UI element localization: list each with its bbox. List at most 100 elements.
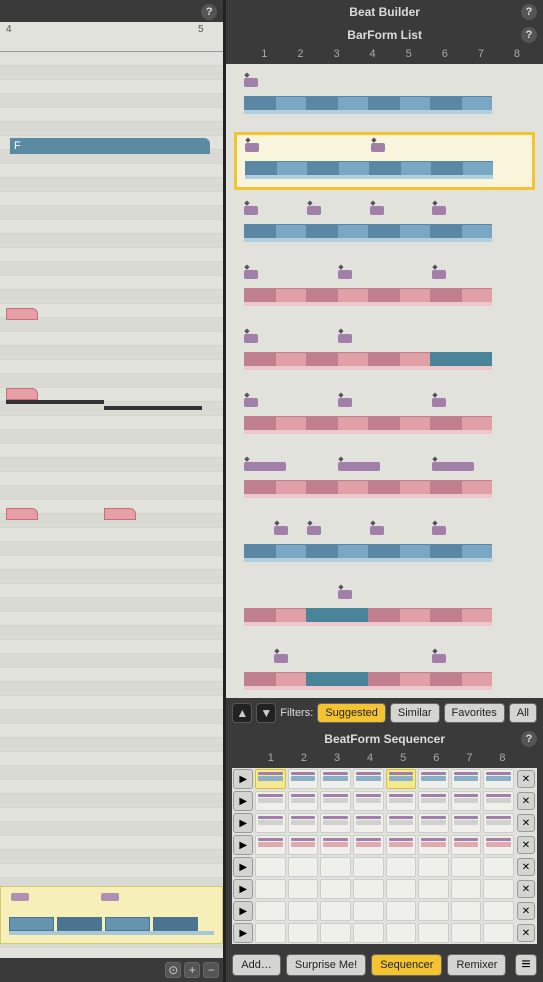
seq-play-row-button[interactable]: ▶ xyxy=(233,857,253,877)
filter-favorites-button[interactable]: Favorites xyxy=(444,703,505,723)
help-icon[interactable]: ? xyxy=(521,4,537,20)
seq-play-row-button[interactable]: ▶ xyxy=(233,791,253,811)
seq-clear-row-button[interactable]: ✕ xyxy=(517,836,535,854)
barform-item[interactable] xyxy=(234,196,535,254)
seq-play-row-button[interactable]: ▶ xyxy=(233,769,253,789)
seq-cell[interactable] xyxy=(320,769,351,789)
seq-cell[interactable] xyxy=(255,791,286,811)
seq-cell[interactable] xyxy=(353,901,384,921)
seq-cell[interactable] xyxy=(451,923,482,943)
seq-cell[interactable] xyxy=(418,769,449,789)
seq-cell[interactable] xyxy=(418,923,449,943)
seq-cell[interactable] xyxy=(451,879,482,899)
seq-cell[interactable] xyxy=(483,857,514,877)
seq-clear-row-button[interactable]: ✕ xyxy=(517,792,535,810)
seq-cell[interactable] xyxy=(255,923,286,943)
seq-cell[interactable] xyxy=(418,813,449,833)
barform-item[interactable] xyxy=(234,580,535,638)
seq-cell[interactable] xyxy=(386,857,417,877)
note[interactable] xyxy=(6,308,38,320)
seq-cell[interactable] xyxy=(255,857,286,877)
seq-cell[interactable] xyxy=(320,857,351,877)
seq-cell[interactable] xyxy=(386,769,417,789)
seq-cell[interactable] xyxy=(483,835,514,855)
seq-cell[interactable] xyxy=(386,791,417,811)
seq-cell[interactable] xyxy=(288,857,319,877)
seq-cell[interactable] xyxy=(418,879,449,899)
zoom-in-button[interactable]: + xyxy=(184,962,200,978)
help-icon[interactable]: ? xyxy=(201,4,217,20)
barform-item[interactable] xyxy=(234,452,535,510)
seq-cell[interactable] xyxy=(386,879,417,899)
zoom-fit-button[interactable]: ⊙ xyxy=(165,962,181,978)
filter-similar-button[interactable]: Similar xyxy=(390,703,440,723)
seq-play-row-button[interactable]: ▶ xyxy=(233,835,253,855)
seq-cell[interactable] xyxy=(353,769,384,789)
seq-cell[interactable] xyxy=(320,923,351,943)
barform-item[interactable] xyxy=(234,388,535,446)
seq-clear-row-button[interactable]: ✕ xyxy=(517,902,535,920)
seq-cell[interactable] xyxy=(418,901,449,921)
seq-cell[interactable] xyxy=(288,923,319,943)
bottom-remixerbutton[interactable]: Remixer xyxy=(447,954,506,976)
seq-cell[interactable] xyxy=(320,835,351,855)
filter-all-button[interactable]: All xyxy=(509,703,537,723)
seq-cell[interactable] xyxy=(288,879,319,899)
menu-icon[interactable]: ≡ xyxy=(515,954,537,976)
seq-cell[interactable] xyxy=(288,769,319,789)
bottom-sequencerbutton[interactable]: Sequencer xyxy=(371,954,442,976)
seq-cell[interactable] xyxy=(255,835,286,855)
seq-play-row-button[interactable]: ▶ xyxy=(233,813,253,833)
seq-cell[interactable] xyxy=(320,791,351,811)
seq-clear-row-button[interactable]: ✕ xyxy=(517,924,535,942)
filter-suggested-button[interactable]: Suggested xyxy=(317,703,386,723)
barform-list[interactable] xyxy=(226,64,543,698)
seq-cell[interactable] xyxy=(320,813,351,833)
seq-cell[interactable] xyxy=(353,923,384,943)
note[interactable] xyxy=(104,508,136,520)
seq-cell[interactable] xyxy=(418,791,449,811)
seq-cell[interactable] xyxy=(255,769,286,789)
seq-cell[interactable] xyxy=(483,901,514,921)
barform-item[interactable] xyxy=(234,68,535,126)
nav-up-button[interactable]: ▲ xyxy=(232,703,252,723)
seq-cell[interactable] xyxy=(451,769,482,789)
seq-cell[interactable] xyxy=(288,901,319,921)
seq-cell[interactable] xyxy=(320,901,351,921)
seq-cell[interactable] xyxy=(418,857,449,877)
seq-play-row-button[interactable]: ▶ xyxy=(233,879,253,899)
piano-roll[interactable]: F xyxy=(0,52,223,958)
seq-cell[interactable] xyxy=(255,879,286,899)
seq-cell[interactable] xyxy=(353,791,384,811)
seq-clear-row-button[interactable]: ✕ xyxy=(517,814,535,832)
note-label[interactable]: F xyxy=(10,138,210,154)
barform-item[interactable] xyxy=(234,324,535,382)
bottom-surprise-me-button[interactable]: Surprise Me! xyxy=(286,954,366,976)
seq-cell[interactable] xyxy=(386,901,417,921)
seq-cell[interactable] xyxy=(353,813,384,833)
timeline-ruler[interactable]: 4 5 xyxy=(0,22,223,52)
seq-cell[interactable] xyxy=(288,835,319,855)
seq-cell[interactable] xyxy=(483,813,514,833)
seq-cell[interactable] xyxy=(386,813,417,833)
seq-cell[interactable] xyxy=(483,923,514,943)
seq-clear-row-button[interactable]: ✕ xyxy=(517,770,535,788)
seq-cell[interactable] xyxy=(353,857,384,877)
seq-cell[interactable] xyxy=(451,901,482,921)
seq-cell[interactable] xyxy=(386,835,417,855)
nav-down-button[interactable]: ▼ xyxy=(256,703,276,723)
seq-play-row-button[interactable]: ▶ xyxy=(233,901,253,921)
seq-cell[interactable] xyxy=(483,791,514,811)
seq-cell[interactable] xyxy=(353,879,384,899)
seq-cell[interactable] xyxy=(451,835,482,855)
zoom-out-button[interactable]: − xyxy=(203,962,219,978)
barform-item[interactable] xyxy=(234,644,535,698)
barform-item[interactable] xyxy=(234,132,535,190)
seq-cell[interactable] xyxy=(288,813,319,833)
seq-cell[interactable] xyxy=(255,901,286,921)
seq-cell[interactable] xyxy=(320,879,351,899)
seq-cell[interactable] xyxy=(386,923,417,943)
note[interactable] xyxy=(6,508,38,520)
seq-play-row-button[interactable]: ▶ xyxy=(233,923,253,943)
seq-cell[interactable] xyxy=(288,791,319,811)
